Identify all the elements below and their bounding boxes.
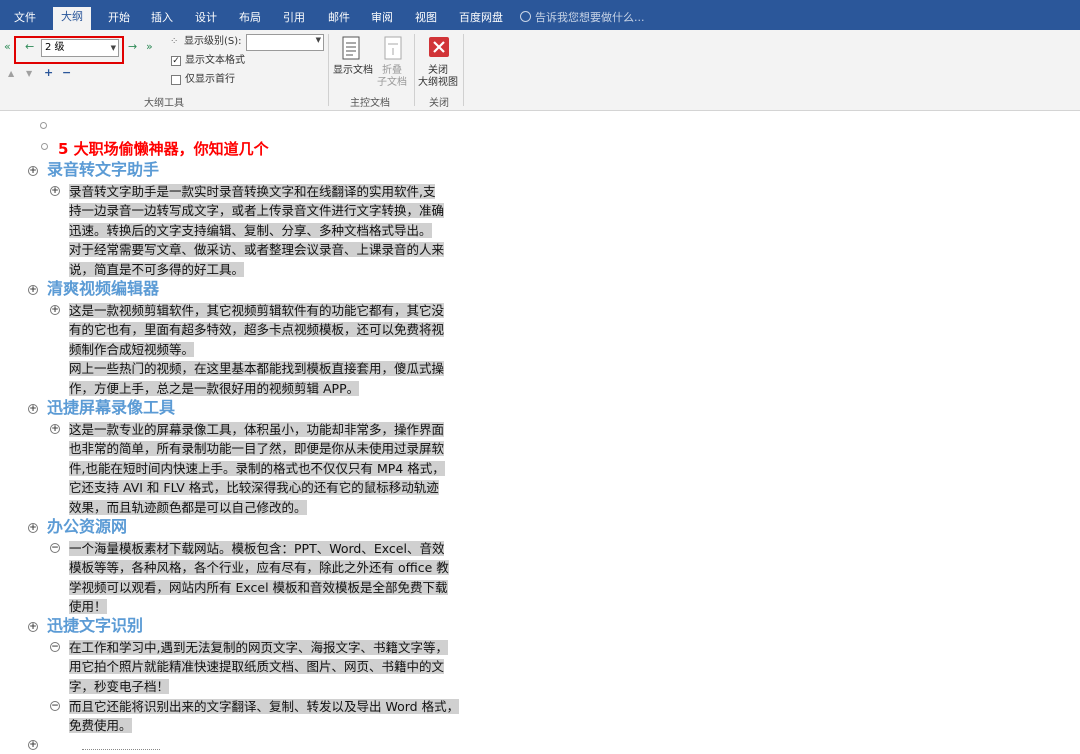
body-paragraph[interactable]: 这是一款专业的屏幕录像工具，体积虽小，功能却非常多，操作界面 也非常的简单，所有… xyxy=(69,420,489,517)
collapse-icon[interactable]: − xyxy=(62,66,71,80)
paragraph-line: 说，简直是不可多得的好工具。 xyxy=(69,261,245,277)
paragraph-line: 使用！ xyxy=(69,599,107,615)
expand-plus-icon[interactable]: + xyxy=(50,186,60,196)
paragraph-line: 录音转文字助手是一款实时录音转换文字和在线翻译的实用软件,支 xyxy=(69,184,436,199)
expand-plus-icon[interactable]: + xyxy=(28,622,38,632)
lightbulb-icon xyxy=(520,11,531,22)
chevron-down-icon: ▼ xyxy=(315,36,321,44)
paragraph-line: 而且它还能将识别出来的文字翻译、复制、转发以及导出 Word 格式， xyxy=(69,699,460,714)
paragraph-line: 作，方便上手，总之是一款很好用的视频剪辑 APP。 xyxy=(69,380,360,396)
document-title[interactable]: 5 大职场偷懒神器，你知道几个 xyxy=(58,138,269,159)
expand-plus-icon[interactable]: + xyxy=(28,404,38,414)
tab-view[interactable]: 视图 xyxy=(413,8,439,30)
show-text-format-label: 显示文本格式 xyxy=(185,55,245,66)
empty-line-marker xyxy=(82,749,160,751)
show-document-icon[interactable] xyxy=(342,36,362,62)
paragraph-line: 对于经常需要写文章、做采访、或者整理会议录音、上课录音的人来 xyxy=(69,242,445,258)
body-paragraph[interactable]: 一个海量模板素材下载网站。模板包含：PPT、Word、Excel、音效 模板等等… xyxy=(69,539,489,617)
paragraph-line: 持一边录音一边转写成文字，或者上传录音文件进行文字转换，准确 xyxy=(69,203,445,219)
paragraph-line: 一个海量模板素材下载网站。模板包含：PPT、Word、Excel、音效 xyxy=(69,541,445,556)
paragraph-line: 学视频可以观看，网站内所有 Excel 模板和音效模板是全部免费下载 xyxy=(69,579,448,595)
show-document-label: 显示文档 xyxy=(333,65,373,76)
move-down-icon[interactable]: ▼ xyxy=(26,67,32,81)
outline-level-value: 2 级 xyxy=(45,42,65,53)
group-divider xyxy=(328,34,329,106)
group-divider xyxy=(463,34,464,106)
outline-heading[interactable]: 迅捷文字识别 xyxy=(47,616,143,636)
body-paragraph[interactable]: 而且它还能将识别出来的文字翻译、复制、转发以及导出 Word 格式， 免费使用。 xyxy=(69,697,489,736)
paragraph-line: 它还支持 AVI 和 FLV 格式，比较深得我心的还有它的鼠标移动轨迹 xyxy=(69,480,439,496)
body-paragraph[interactable]: 这是一款视频剪辑软件，其它视频剪辑软件有的功能它都有，其它没 有的它也有，里面有… xyxy=(69,301,489,398)
chevron-down-icon: ▼ xyxy=(110,44,116,52)
outline-heading[interactable]: 办公资源网 xyxy=(47,517,127,537)
demote-to-body-icon[interactable]: » xyxy=(146,40,153,54)
expand-plus-icon[interactable]: + xyxy=(28,740,38,750)
show-text-format-checkbox[interactable]: ✓ xyxy=(171,56,181,66)
paragraph-line: 在工作和学习中,遇到无法复制的网页文字、海报文字、书籍文字等， xyxy=(69,640,448,655)
outline-tools-group-label: 大纲工具 xyxy=(144,98,184,109)
paragraph-line: 效果，而且轨迹颜色都是可以自己修改的。 xyxy=(69,499,307,515)
master-document-group-label: 主控文档 xyxy=(350,98,390,109)
paragraph-line: 有的它也有，里面有超多特效，超多卡点视频模板，还可以免费将视 xyxy=(69,322,445,338)
tab-outlining[interactable]: 大纲 xyxy=(53,7,91,30)
ribbon-tab-bar: 文件 大纲 开始 插入 设计 布局 引用 邮件 审阅 视图 百度网盘 告诉我您想… xyxy=(0,0,1080,30)
paragraph-line: 字，秒变电子档！ xyxy=(69,678,170,694)
paragraph-line: 这是一款专业的屏幕录像工具，体积虽小，功能却非常多，操作界面 xyxy=(69,422,445,437)
empty-bullet-icon[interactable] xyxy=(40,122,47,129)
move-up-icon[interactable]: ▲ xyxy=(8,67,14,81)
tab-mailings[interactable]: 邮件 xyxy=(326,8,352,30)
outline-view-label: 大纲视图 xyxy=(418,77,458,88)
paragraph-line: 也非常的简单，所有录制功能一目了然，即便是你从未使用过录屏软 xyxy=(69,441,445,457)
body-paragraph[interactable]: 录音转文字助手是一款实时录音转换文字和在线翻译的实用软件,支 持一边录音一边转写… xyxy=(69,182,489,279)
tab-review[interactable]: 审阅 xyxy=(369,8,395,30)
outline-heading[interactable]: 迅捷屏幕录像工具 xyxy=(47,398,175,418)
body-paragraph[interactable]: 在工作和学习中,遇到无法复制的网页文字、海报文字、书籍文字等， 用它拍个照片就能… xyxy=(69,638,489,696)
expand-icon[interactable]: + xyxy=(44,66,53,80)
collapse-minus-icon[interactable]: − xyxy=(50,642,60,652)
tab-design[interactable]: 设计 xyxy=(193,8,219,30)
expand-plus-icon[interactable]: + xyxy=(50,305,60,315)
paragraph-line: 模板等等，各种风格，各个行业，应有尽有，除此之外还有 office 教 xyxy=(69,560,449,576)
promote-to-heading1-icon[interactable]: « xyxy=(4,40,11,54)
group-divider xyxy=(414,34,415,106)
tab-home[interactable]: 开始 xyxy=(106,8,132,30)
tab-insert[interactable]: 插入 xyxy=(149,8,175,30)
show-first-line-label: 仅显示首行 xyxy=(185,74,235,85)
tab-baidu-netdisk[interactable]: 百度网盘 xyxy=(457,8,505,30)
collapse-minus-icon[interactable]: − xyxy=(50,543,60,553)
paragraph-line: 用它拍个照片就能精准快速提取纸质文档、图片、网页、书籍中的文 xyxy=(69,659,445,675)
demote-icon[interactable]: → xyxy=(128,40,137,54)
paragraph-line: 频制作合成短视频等。 xyxy=(69,341,195,357)
tab-file[interactable]: 文件 xyxy=(12,8,38,30)
show-level-icon: ⁘ xyxy=(170,36,179,47)
paragraph-line: 免费使用。 xyxy=(69,718,132,734)
show-level-select[interactable]: ▼ xyxy=(246,34,324,51)
collapse-subdocuments-icon[interactable] xyxy=(384,36,404,62)
tell-me-text: 告诉我您想要做什么... xyxy=(535,11,645,24)
paragraph-line: 这是一款视频剪辑软件，其它视频剪辑软件有的功能它都有，其它没 xyxy=(69,303,445,318)
ribbon-outlining-panel: « ← 2 级 ▼ → » ▲ ▼ + − ⁘ 显示级别(S): ▼ ✓ 显示文… xyxy=(0,30,1080,111)
expand-plus-icon[interactable]: + xyxy=(28,166,38,176)
tab-references[interactable]: 引用 xyxy=(281,8,307,30)
expand-plus-icon[interactable]: + xyxy=(28,285,38,295)
close-icon[interactable] xyxy=(429,37,449,57)
show-level-label: 显示级别(S): xyxy=(184,36,242,47)
title-bullet-icon[interactable] xyxy=(41,143,48,150)
close-group-label: 关闭 xyxy=(429,98,449,109)
expand-plus-icon[interactable]: + xyxy=(50,424,60,434)
outline-heading[interactable]: 录音转文字助手 xyxy=(47,160,159,180)
collapse-minus-icon[interactable]: − xyxy=(50,701,60,711)
paragraph-line: 件,也能在短时间内快速上手。录制的格式也不仅仅只有 MP4 格式， xyxy=(69,460,445,476)
paragraph-line: 网上一些热门的视频，在这里基本都能找到模板直接套用，傻瓜式操 xyxy=(69,361,445,377)
show-first-line-checkbox[interactable] xyxy=(171,75,181,85)
outline-heading[interactable]: 清爽视频编辑器 xyxy=(47,279,159,299)
expand-plus-icon[interactable]: + xyxy=(28,523,38,533)
outline-level-select[interactable]: 2 级 ▼ xyxy=(41,39,119,57)
tell-me-search[interactable]: 告诉我您想要做什么... xyxy=(520,8,645,28)
subdocuments-label: 子文档 xyxy=(377,77,407,88)
paragraph-line: 迅速。转换后的文字支持编辑、复制、分享、多种文档格式导出。 xyxy=(69,222,432,238)
tab-layout[interactable]: 布局 xyxy=(237,8,263,30)
